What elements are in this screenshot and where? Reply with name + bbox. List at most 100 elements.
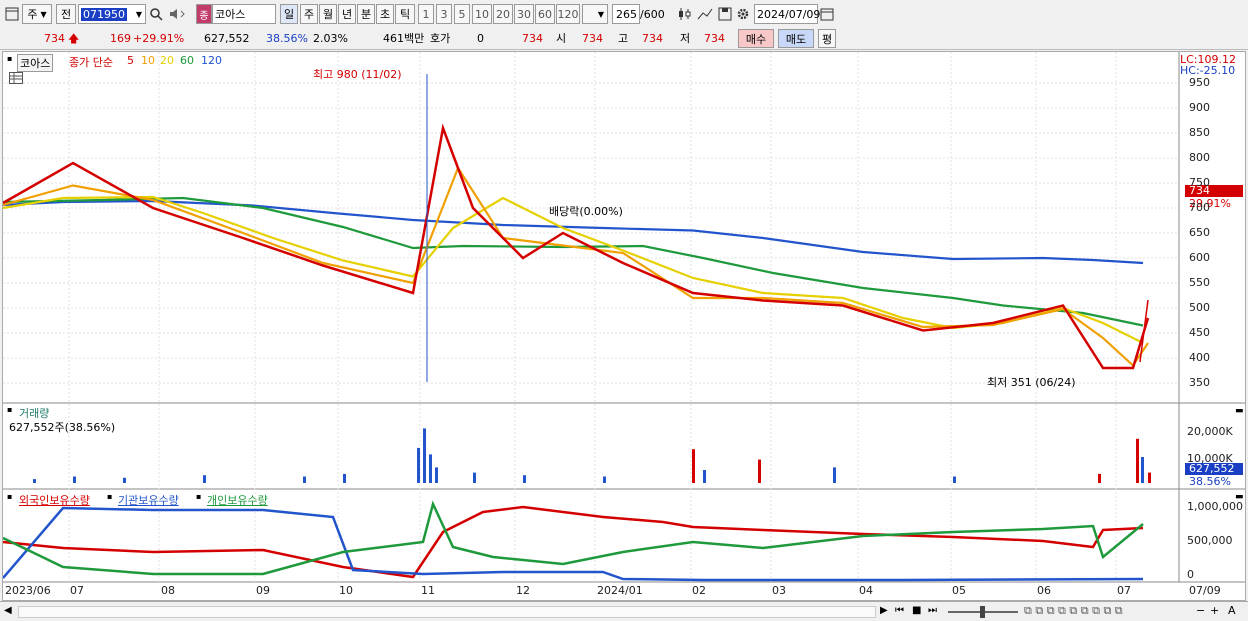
price-tick: 500 xyxy=(1189,301,1210,314)
volume-bar xyxy=(473,472,476,483)
price-tick: 350 xyxy=(1189,376,1210,389)
table-icon[interactable] xyxy=(9,72,23,84)
speaker-icon[interactable] xyxy=(168,4,192,24)
bullet-icon: ▪ xyxy=(7,492,13,501)
save-icon[interactable] xyxy=(716,4,734,24)
volume-bar xyxy=(1148,472,1151,483)
volume-bar xyxy=(758,459,761,483)
zoom-out-icon[interactable]: − xyxy=(1196,604,1205,617)
price-tick: 800 xyxy=(1189,151,1210,164)
rewind-icon[interactable]: ⏮ xyxy=(895,605,904,616)
bid-price: 734 xyxy=(522,32,543,45)
chevron-down-icon: ▼ xyxy=(597,9,605,19)
price-tick: 400 xyxy=(1189,351,1210,364)
dividend-note: 배당락(0.00%) xyxy=(549,205,623,218)
forward-icon[interactable]: ⏭ xyxy=(928,605,937,616)
window-icon[interactable] xyxy=(4,4,20,24)
auto-scale-icon[interactable]: A xyxy=(1228,604,1236,617)
legend-institution: 기관보유수량 xyxy=(118,494,179,507)
scroll-track[interactable] xyxy=(18,606,876,618)
last-candle xyxy=(1139,299,1149,363)
interval-20[interactable]: 20 xyxy=(493,4,513,24)
search-icon[interactable] xyxy=(148,4,164,24)
panel-close-icon[interactable]: ▬ xyxy=(1235,492,1244,502)
stock-tag: 코아스 xyxy=(17,54,54,72)
volume-bar xyxy=(1098,473,1101,483)
zoom-in-icon[interactable]: + xyxy=(1210,604,1219,617)
prev-button[interactable]: 전 xyxy=(56,4,76,24)
x-tick: 10 xyxy=(339,584,353,597)
count-input[interactable]: 265 xyxy=(612,4,640,24)
volume-bar xyxy=(1136,438,1139,483)
chart-type-select[interactable]: 주 ▼ xyxy=(22,4,52,24)
volume-bar xyxy=(833,467,836,483)
price-tick: 650 xyxy=(1189,226,1210,239)
volume-bar xyxy=(692,449,695,483)
chart-area[interactable]: 코아스 ▪ 종가 단순 5 10 20 60 120 LC:109.12 HC:… xyxy=(2,51,1246,601)
volume-bar xyxy=(33,479,36,483)
eval-button[interactable]: 평 xyxy=(818,29,836,48)
code-dropdown-icon[interactable]: ▼ xyxy=(132,4,146,24)
buy-button[interactable]: 매수 xyxy=(738,29,774,48)
interval-5[interactable]: 5 xyxy=(454,4,470,24)
candle-tool-icon[interactable] xyxy=(676,4,694,24)
panel-close-icon[interactable]: ▬ xyxy=(1235,406,1244,416)
interval-60[interactable]: 60 xyxy=(535,4,555,24)
gear-icon[interactable] xyxy=(734,4,752,24)
count-value: 265 xyxy=(616,7,637,21)
play-icon[interactable]: ▶ xyxy=(880,605,888,616)
layout-icons[interactable]: ⧉ ⧉ ⧉ ⧉ ⧉ ⧉ ⧉ ⧉ ⧉ xyxy=(1024,604,1123,618)
open-label: 시 xyxy=(556,32,567,45)
up-arrow-icon: 🡅 xyxy=(68,32,80,45)
x-tick: 2023/06 xyxy=(5,584,51,597)
period-second[interactable]: 초 xyxy=(376,4,394,24)
chart-canvas xyxy=(3,52,1245,583)
x-tick: 04 xyxy=(859,584,873,597)
high-note: 최고 980 (11/02) xyxy=(313,68,402,81)
x-tick: 02 xyxy=(692,584,706,597)
volume-bar xyxy=(73,476,76,483)
stock-name-field[interactable]: 코아스 xyxy=(212,4,276,24)
volume-bar xyxy=(603,476,606,483)
open-value: 734 xyxy=(582,32,603,45)
price-value: 734 xyxy=(44,32,65,45)
volume-note: 627,552주(38.56%) xyxy=(9,421,116,434)
amount-value: 461백만 xyxy=(383,32,425,45)
stop-icon[interactable]: ■ xyxy=(912,605,921,616)
interval-30[interactable]: 30 xyxy=(514,4,534,24)
volume-bar xyxy=(203,475,206,483)
interval-dropdown[interactable]: ▼ xyxy=(582,4,608,24)
low-value: 734 xyxy=(704,32,725,45)
change-value: 169 xyxy=(110,32,131,45)
date-input[interactable]: 2024/07/09 xyxy=(754,4,820,24)
ma-title: 종가 단순 xyxy=(69,56,113,69)
x-tick: 06 xyxy=(1037,584,1051,597)
period-minute[interactable]: 분 xyxy=(357,4,375,24)
period-week[interactable]: 주 xyxy=(300,4,318,24)
volume-tick: 20,000K xyxy=(1187,425,1233,438)
calendar-icon[interactable] xyxy=(818,4,836,24)
x-tick: 07/09 xyxy=(1189,584,1221,597)
period-tick[interactable]: 틱 xyxy=(395,4,415,24)
ma-5: 5 xyxy=(127,54,134,67)
sell-button[interactable]: 매도 xyxy=(778,29,814,48)
bullet-icon: ▪ xyxy=(7,54,13,63)
bid-label: 호가 xyxy=(430,32,451,45)
period-day[interactable]: 일 xyxy=(280,4,298,24)
volume-bar xyxy=(423,428,426,483)
interval-10[interactable]: 10 xyxy=(472,4,492,24)
volume-tick: 10,000K xyxy=(1187,452,1233,465)
scroll-left-icon[interactable]: ◀ xyxy=(4,605,12,616)
period-year[interactable]: 년 xyxy=(338,4,356,24)
x-tick: 07 xyxy=(70,584,84,597)
period-month[interactable]: 월 xyxy=(319,4,337,24)
chart-type-value: 주 xyxy=(27,8,38,21)
x-tick: 05 xyxy=(952,584,966,597)
bottom-scroll-bar: ◀ ▶ ⏮ ■ ⏭ ⧉ ⧉ ⧉ ⧉ ⧉ ⧉ ⧉ ⧉ ⧉ − + A xyxy=(0,601,1248,621)
draw-line-icon[interactable] xyxy=(696,4,714,24)
interval-1[interactable]: 1 xyxy=(418,4,434,24)
legend-individual: 개인보유수량 xyxy=(207,494,268,507)
interval-120[interactable]: 120 xyxy=(556,4,580,24)
interval-3[interactable]: 3 xyxy=(436,4,452,24)
zoom-slider-handle[interactable] xyxy=(980,606,985,618)
